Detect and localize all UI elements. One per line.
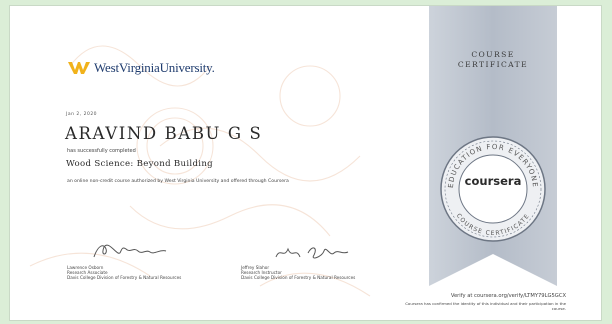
wvu-flying-wv-icon <box>68 62 90 74</box>
signatory-dept: Davis College Division of Forestry & Nat… <box>67 275 182 280</box>
certificate: WestVirginiaUniversity. Jan 2, 2020 ARAV… <box>9 5 602 321</box>
verify-note: Coursera has confirmed the identity of t… <box>405 301 566 311</box>
signatory-1: Lawrence Osborn Research Associate Davis… <box>67 265 181 280</box>
university-logo: WestVirginiaUniversity. <box>68 60 215 76</box>
signatory-2: Jeffrey Slahor Research Instructor Davis… <box>241 265 355 280</box>
coursera-wordmark: coursera <box>464 174 522 188</box>
verification-block: Verify at coursera.org/verify/LTMY79LG5G… <box>396 293 566 311</box>
signature-slahor <box>275 247 349 259</box>
ribbon-title-line2: CERTIFICATE <box>457 60 529 69</box>
course-description: an online non-credit course authorized b… <box>67 179 289 184</box>
completed-text: has successfully completed <box>67 148 136 154</box>
coursera-seal-icon: EDUCATION FOR EVERYONE COURSE CERTIFICAT… <box>440 136 546 242</box>
course-title: Wood Science: Beyond Building <box>66 159 213 169</box>
ribbon-title-line1: COURSE <box>471 50 515 59</box>
ribbon-title: COURSE CERTIFICATE <box>429 50 557 70</box>
signature-osborn <box>93 244 167 258</box>
signatory-dept: Davis College Division of Forestry & Nat… <box>241 275 356 280</box>
issue-date: Jan 2, 2020 <box>66 112 98 117</box>
recipient-name: ARAVIND BABU G S <box>65 124 263 143</box>
verify-link[interactable]: Verify at coursera.org/verify/LTMY79LG5G… <box>396 293 566 299</box>
university-name: WestVirginiaUniversity. <box>94 60 215 75</box>
